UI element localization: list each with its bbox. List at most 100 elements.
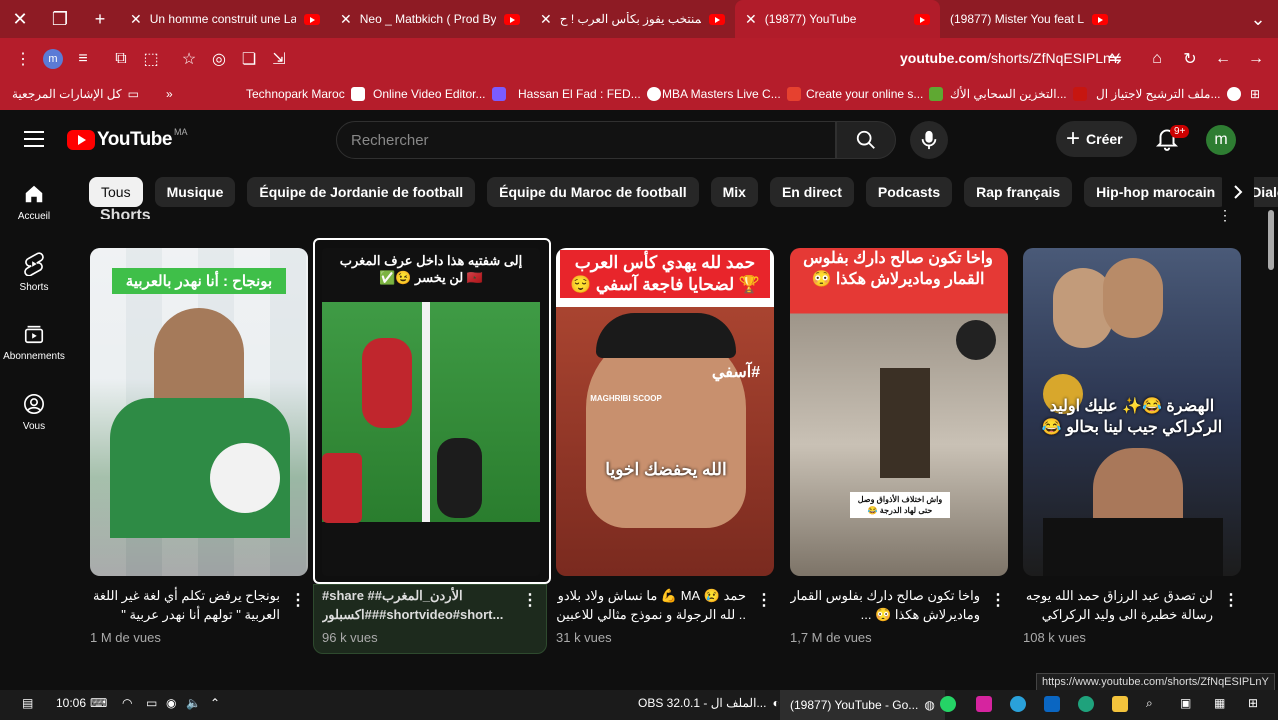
sidebar-item-you[interactable]: Vous xyxy=(0,377,68,447)
bookmarks-overflow-button[interactable]: » xyxy=(166,87,173,101)
tab-close-icon[interactable]: ✕ xyxy=(745,11,757,28)
wifi-icon[interactable]: ◠ xyxy=(122,696,132,710)
hamburger-menu-icon[interactable] xyxy=(24,131,44,147)
volume-icon[interactable]: 🔈 xyxy=(186,696,201,710)
search-button[interactable] xyxy=(836,121,896,159)
short-title[interactable]: لن تصدق عبد الرزاق حمد الله يوجه رسالة خ… xyxy=(1023,586,1213,624)
all-bookmarks-folder[interactable]: كل الإشارات المرجعية ▭ xyxy=(12,87,139,101)
thumbnail-caption-text: الله يحفضك اخويا xyxy=(605,460,727,479)
chip-podcasts[interactable]: Podcasts xyxy=(865,177,953,207)
explorer-icon[interactable] xyxy=(1112,696,1128,712)
short-card[interactable]: حمد لله يهدي كأس العرب 🏆 لضحايا فاجعة آس… xyxy=(556,248,774,645)
address-bar[interactable]: youtube.com/shorts/ZfNqESIPLnY xyxy=(900,50,1120,66)
chip-live[interactable]: En direct xyxy=(769,177,854,207)
home-icon[interactable]: ⌂ xyxy=(1142,44,1172,74)
voice-search-button[interactable] xyxy=(910,121,948,159)
search-icon[interactable]: ⌕ xyxy=(1146,696,1153,711)
browser-tab[interactable]: ✕ Un homme construit une La xyxy=(120,0,330,38)
short-more-icon[interactable]: ⋮ xyxy=(520,590,540,610)
profile-button[interactable]: m xyxy=(38,44,68,74)
translate-icon[interactable]: ⬚ xyxy=(136,44,166,74)
short-thumbnail[interactable]: واخا تكون صالح دارك بفلوس القمار وماديرل… xyxy=(790,248,1008,576)
start-menu-icon[interactable]: ⊞ xyxy=(1248,696,1258,710)
chip-mix[interactable]: Mix xyxy=(710,177,758,207)
search-input[interactable] xyxy=(351,131,835,149)
bookmark-item[interactable]: التخزين السحابي الأك... xyxy=(950,87,1087,101)
sidebar-item-shorts[interactable]: Shorts xyxy=(0,237,68,307)
youtube-logo[interactable]: YouTube MA xyxy=(67,127,187,151)
instagram-icon[interactable] xyxy=(976,696,992,712)
apps-grid-icon[interactable]: ⊞ xyxy=(1250,87,1260,101)
tray-expand-icon[interactable]: ⌃ xyxy=(210,696,220,710)
short-thumbnail[interactable]: حمد لله يهدي كأس العرب 🏆 لضحايا فاجعة آس… xyxy=(556,248,774,576)
chip-jordan-football[interactable]: Équipe de Jordanie de football xyxy=(247,177,476,207)
chip-french-rap[interactable]: Rap français xyxy=(964,177,1073,207)
notifications-center-icon[interactable]: ▤ xyxy=(22,696,33,710)
short-more-icon[interactable]: ⋮ xyxy=(288,590,308,610)
bookmark-item[interactable]: Create your online s... xyxy=(806,87,944,101)
short-more-icon[interactable]: ⋮ xyxy=(988,590,1008,610)
extensions-icon[interactable]: ⧉ xyxy=(106,44,136,74)
install-app-icon[interactable]: ⇲ xyxy=(264,44,294,74)
keyboard-icon[interactable]: ⌨ xyxy=(90,696,107,710)
sidebar-item-subscriptions[interactable]: Abonnements xyxy=(0,307,68,377)
close-window-icon[interactable]: ✕ xyxy=(0,0,40,38)
battery-icon[interactable]: ▭ xyxy=(146,696,157,710)
bookmark-item[interactable]: Technopark Maroc xyxy=(246,87,365,101)
sidebar-item-home[interactable]: Accueil xyxy=(0,167,68,237)
short-card[interactable]: الهضرة 😂✨ عليك اوليد الركراكي جيب لينا ب… xyxy=(1023,248,1241,645)
taskbar-obs-window[interactable]: OBS 32.0.1 - الملف ال... ◐ xyxy=(638,696,780,710)
reload-icon[interactable]: ↻ xyxy=(1175,44,1205,74)
taskbar-chrome-window[interactable]: (19877) YouTube - Go... ◍ xyxy=(780,690,945,720)
new-tab-button[interactable]: + xyxy=(80,0,120,38)
short-thumbnail[interactable]: بونجاح : أنا نهدر بالعربية xyxy=(90,248,308,576)
bookmark-star-icon[interactable]: ☆ xyxy=(174,44,204,74)
mail-icon[interactable] xyxy=(1044,696,1060,712)
browser-tab[interactable]: ✕ المنتخب يفوز بكأس العرب ! ح xyxy=(530,0,735,38)
short-card[interactable]: بونجاح : أنا نهدر بالعربية بونجاح يرفض ت… xyxy=(90,248,308,645)
short-card[interactable]: واخا تكون صالح دارك بفلوس القمار وماديرل… xyxy=(790,248,1008,645)
short-views: 1 M de vues xyxy=(90,630,161,645)
short-title[interactable]: بونجاح يرفض تكلم أي لغة غير اللغة العربي… xyxy=(90,586,280,624)
chip-music[interactable]: Musique xyxy=(154,177,236,207)
short-title[interactable]: #share #الأردن_المغرب# #اكسبلور##shortvi… xyxy=(322,586,512,624)
short-more-icon[interactable]: ⋮ xyxy=(1221,590,1241,610)
clock[interactable]: 10:06 xyxy=(56,696,86,710)
create-button[interactable]: + Créer xyxy=(1056,121,1137,157)
tab-close-icon[interactable]: ✕ xyxy=(340,11,352,28)
short-more-icon[interactable]: ⋮ xyxy=(754,590,774,610)
bookmark-item[interactable]: Online Video Editor... xyxy=(373,87,506,101)
whatsapp-icon[interactable] xyxy=(940,696,956,712)
short-thumbnail[interactable]: الهضرة 😂✨ عليك اوليد الركراكي جيب لينا ب… xyxy=(1023,248,1241,576)
bookmark-item[interactable]: ملف الترشيح لاجتياز ال... xyxy=(1096,87,1241,101)
bookmark-item[interactable]: Hassan El Fad : FED... xyxy=(518,87,661,101)
tab-close-icon[interactable]: ✕ xyxy=(540,11,552,28)
browser-tab[interactable]: ✕ Neo _ Matbkich ( Prod By N xyxy=(330,0,530,38)
page-scrollbar[interactable] xyxy=(1268,210,1274,270)
hide-eye-icon[interactable]: ◎ xyxy=(204,44,234,74)
copy-icon[interactable]: ❏ xyxy=(234,44,264,74)
telegram-icon[interactable] xyxy=(1010,696,1026,712)
tab-close-icon[interactable]: ✕ xyxy=(130,11,142,28)
short-title[interactable]: حمد 😢 MA 💪 ما نساش ولاد بلادو .. لله الر… xyxy=(556,586,746,624)
back-arrow-icon[interactable]: ← xyxy=(1208,44,1238,74)
menu-kebab-icon[interactable]: ⋮ xyxy=(8,44,38,74)
chip-moroccan-hiphop[interactable]: Hip-hop marocain xyxy=(1084,177,1228,207)
user-avatar[interactable]: m xyxy=(1206,125,1236,155)
section-more-icon[interactable]: ⋮ xyxy=(1218,207,1232,224)
tab-search-icon[interactable]: ❐ xyxy=(40,0,80,38)
short-title[interactable]: واخا تكون صالح دارك بفلوس القمار وماديرل… xyxy=(790,586,980,624)
tab-list-chevron-icon[interactable]: ⌄ xyxy=(1238,0,1278,38)
chip-morocco-football[interactable]: Équipe du Maroc de football xyxy=(487,177,699,207)
webcam-icon[interactable]: ◉ xyxy=(166,696,176,710)
edge-icon[interactable] xyxy=(1078,696,1094,712)
widgets-icon[interactable]: ▦ xyxy=(1214,696,1225,710)
chips-next-chevron-icon[interactable] xyxy=(1222,177,1254,207)
chip-all[interactable]: Tous xyxy=(89,177,143,207)
bookmark-item[interactable]: MBA Masters Live C... xyxy=(662,87,801,101)
forward-arrow-icon[interactable]: → xyxy=(1241,44,1271,74)
browser-tab[interactable]: (19877) Mister You feat L xyxy=(940,0,1140,38)
desktop-icon[interactable]: ▣ xyxy=(1180,696,1191,710)
media-control-icon[interactable]: ≡ xyxy=(68,44,98,74)
browser-tab-active[interactable]: ✕ (19877) YouTube xyxy=(735,0,940,38)
